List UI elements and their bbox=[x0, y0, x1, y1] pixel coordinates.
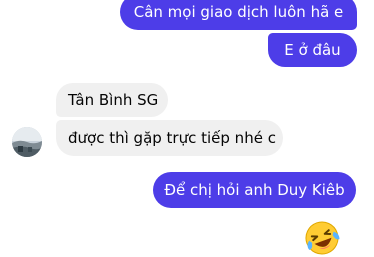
message-text: Cân mọi giao dịch luôn hã e bbox=[133, 3, 344, 21]
incoming-message-bubble[interactable]: Tân Bình SG bbox=[56, 83, 168, 117]
message-text: Để chị hỏi anh Duy Kiêb bbox=[164, 181, 345, 199]
incoming-message-bubble[interactable]: được thì gặp trực tiếp nhé c bbox=[56, 120, 283, 156]
laughing-tears-emoji-icon bbox=[302, 218, 342, 257]
landscape-photo-icon bbox=[12, 127, 42, 157]
message-text: Tân Bình SG bbox=[68, 91, 159, 109]
outgoing-message-bubble[interactable]: E ở đâu bbox=[268, 33, 357, 67]
message-text: E ở đâu bbox=[284, 41, 341, 59]
chat-conversation: Cân mọi giao dịch luôn hã e E ở đâu Tân … bbox=[0, 0, 374, 257]
avatar[interactable] bbox=[12, 127, 42, 157]
message-text: được thì gặp trực tiếp nhé c bbox=[68, 129, 276, 147]
outgoing-message-bubble[interactable]: Cân mọi giao dịch luôn hã e bbox=[120, 0, 357, 30]
outgoing-message-bubble[interactable]: Để chị hỏi anh Duy Kiêb bbox=[153, 172, 356, 208]
